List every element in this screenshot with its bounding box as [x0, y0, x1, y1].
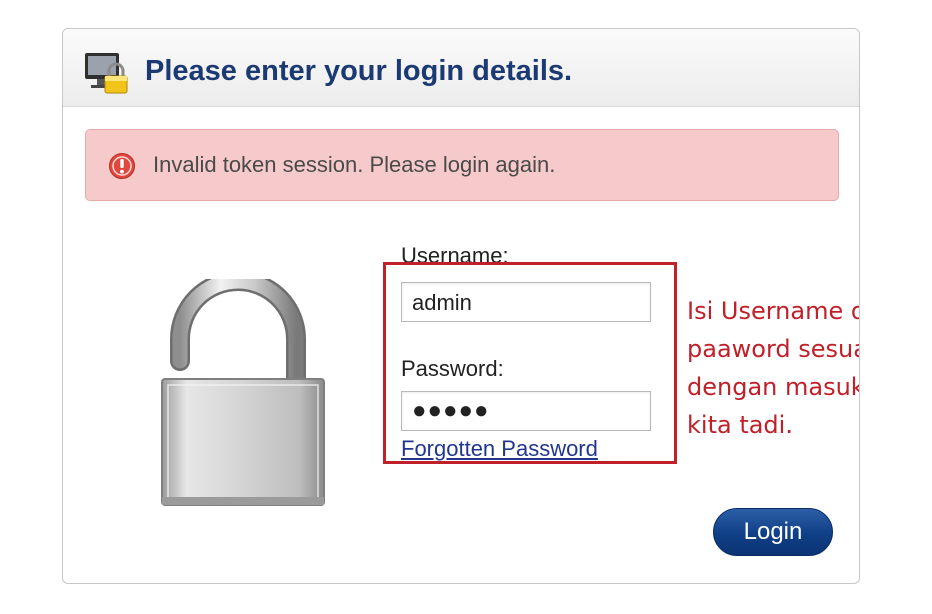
panel-header: Please enter your login details.	[63, 29, 859, 107]
error-alert: Invalid token session. Please login agai…	[85, 129, 839, 201]
alert-message: Invalid token session. Please login agai…	[153, 152, 556, 177]
login-panel: Please enter your login details. Invalid…	[62, 28, 860, 584]
annotation-text: Isi Username dan paaword sesuai dengan m…	[687, 297, 859, 439]
padlock-icon	[161, 279, 325, 506]
monitor-lock-icon	[85, 53, 128, 94]
page-title: Please enter your login details.	[145, 55, 573, 87]
annotation-highlight-box	[383, 262, 677, 464]
login-button[interactable]: Login	[713, 508, 833, 556]
error-icon	[109, 153, 135, 179]
